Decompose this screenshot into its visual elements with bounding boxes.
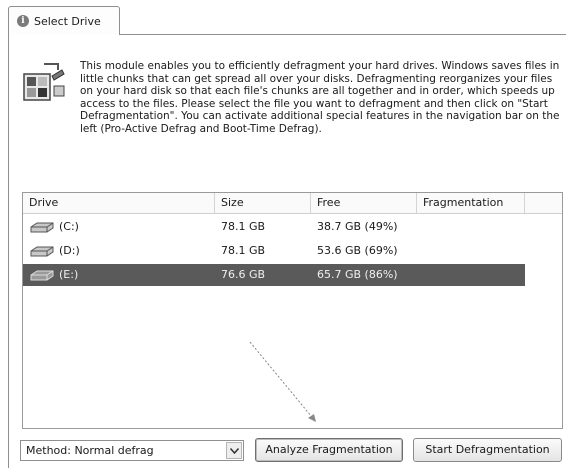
info-icon: i xyxy=(17,15,29,27)
hard-disk-icon xyxy=(30,270,54,281)
method-select[interactable]: Method: Normal defrag xyxy=(20,440,244,461)
defrag-module-icon xyxy=(23,63,65,101)
column-header-free[interactable]: Free xyxy=(311,193,417,213)
column-header-fragmentation[interactable]: Fragmentation xyxy=(417,193,525,213)
column-header-size[interactable]: Size xyxy=(215,193,311,213)
drive-free: 65.7 GB (86%) xyxy=(317,268,398,281)
table-row[interactable]: (D:) 78.1 GB 53.6 GB (69%) xyxy=(23,240,525,262)
drive-name: (D:) xyxy=(59,244,80,257)
hard-disk-icon xyxy=(30,222,54,233)
drive-name: (C:) xyxy=(59,220,79,233)
tab-label: Select Drive xyxy=(34,14,101,28)
module-description: This module enables you to efficiently d… xyxy=(80,60,560,135)
dropdown-button[interactable] xyxy=(226,442,242,459)
drive-size: 78.1 GB xyxy=(221,220,266,233)
drive-size: 76.6 GB xyxy=(221,268,266,281)
hard-disk-icon xyxy=(30,246,54,257)
chevron-down-icon xyxy=(229,447,239,454)
table-row[interactable]: (C:) 78.1 GB 38.7 GB (49%) xyxy=(23,216,525,238)
drive-name: (E:) xyxy=(59,268,79,281)
start-defragmentation-button[interactable]: Start Defragmentation xyxy=(413,438,562,462)
drive-free: 53.6 GB (69%) xyxy=(317,244,398,257)
column-header-drive[interactable]: Drive xyxy=(23,193,215,213)
drive-size: 78.1 GB xyxy=(221,244,266,257)
drive-free: 38.7 GB (49%) xyxy=(317,220,398,233)
table-header: Drive Size Free Fragmentation xyxy=(23,193,562,214)
tab-select-drive[interactable]: i Select Drive xyxy=(8,6,120,35)
table-row-selected[interactable]: (E:) 76.6 GB 65.7 GB (86%) xyxy=(23,264,525,286)
method-value: Method: Normal defrag xyxy=(26,444,154,457)
dotted-arrow-icon xyxy=(249,341,317,423)
analyze-fragmentation-button[interactable]: Analyze Fragmentation xyxy=(255,438,403,462)
